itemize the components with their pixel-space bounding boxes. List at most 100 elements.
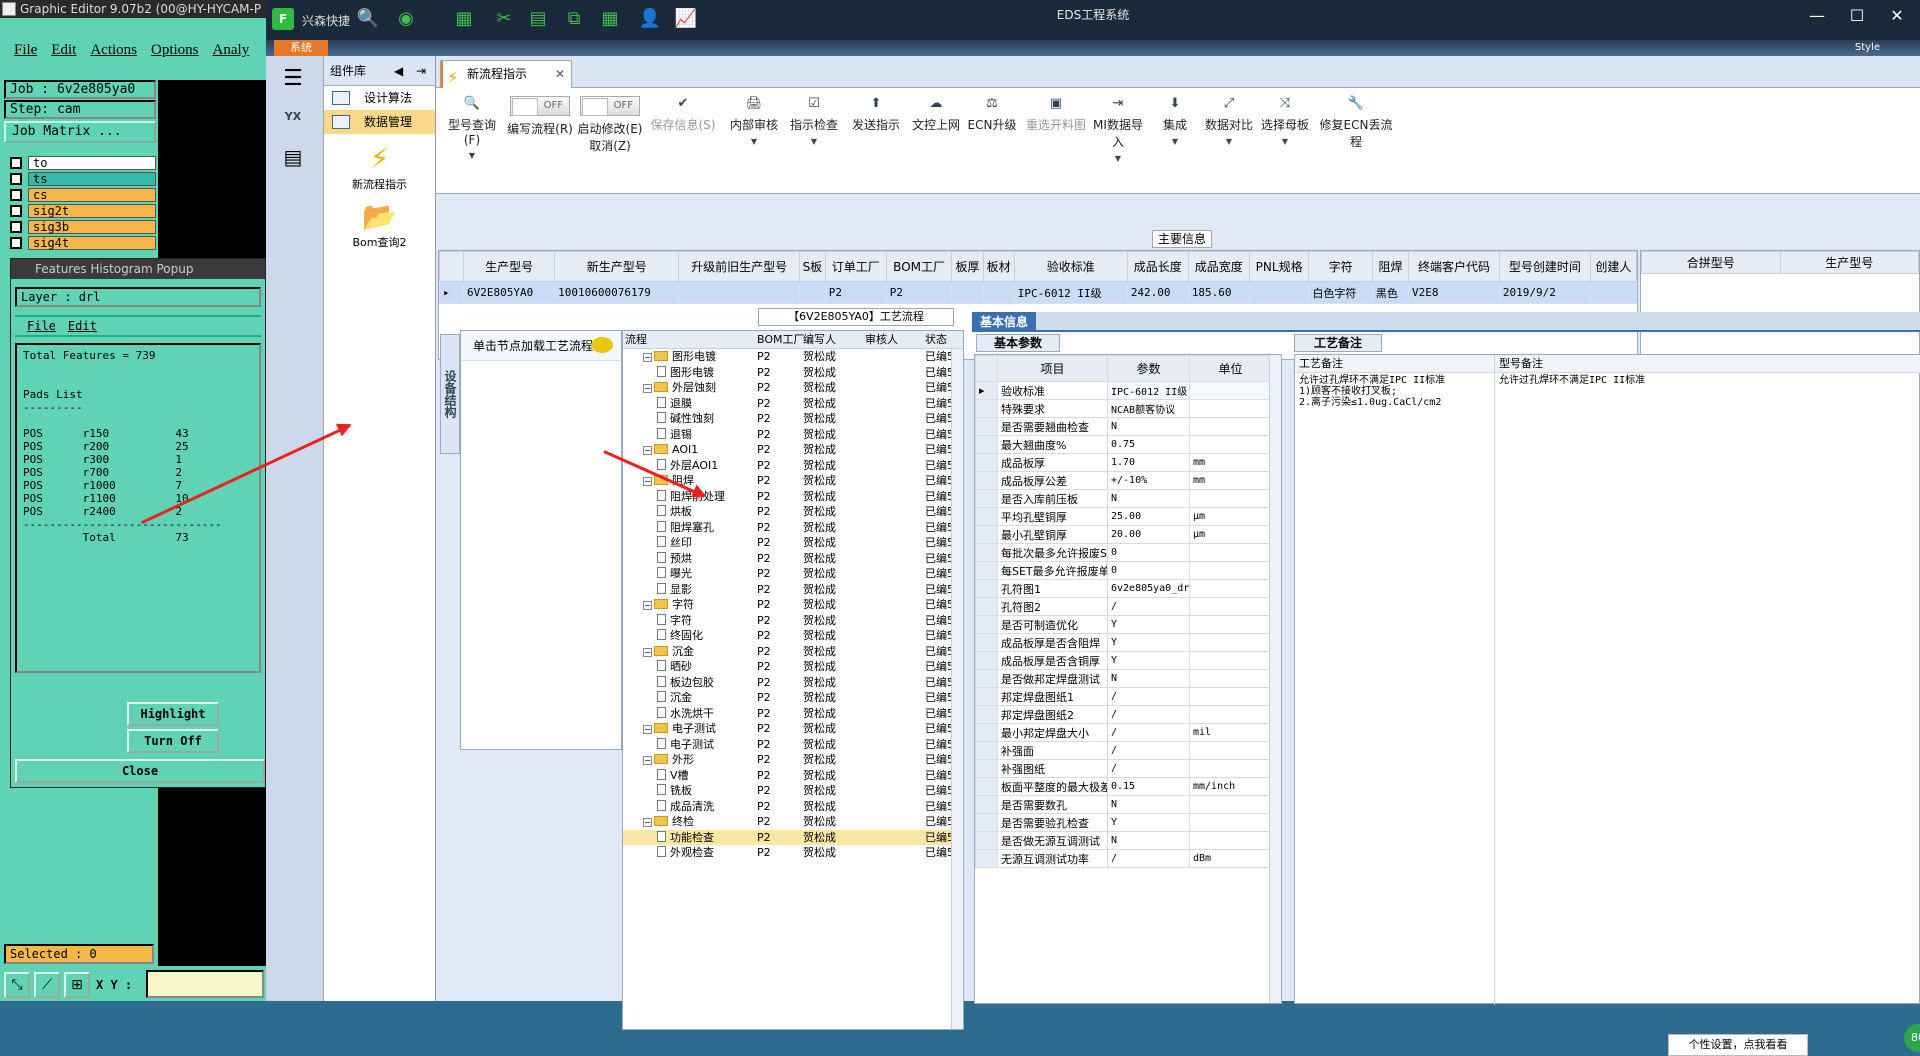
tree-row[interactable]: 外层AOI1 P2 贺松成 已编5 xyxy=(623,458,963,474)
params-value-cell[interactable]: +/-10% xyxy=(1107,471,1190,490)
toggle-switch[interactable]: OFF xyxy=(510,96,570,116)
table-row[interactable]: 是否做邦定焊盘测试 N xyxy=(975,669,1272,688)
personal-settings-button[interactable]: 个性设置，点我看看 xyxy=(1668,1034,1808,1056)
tree-row[interactable]: 碱性蚀刻 P2 贺松成 已编5 xyxy=(623,411,963,427)
dropdown-icon[interactable]: ▼ xyxy=(1202,137,1256,146)
table-row[interactable]: 是否可制造优化 Y xyxy=(975,615,1272,634)
tree-row[interactable]: − AOI1 P2 贺松成 已编5 xyxy=(623,442,963,458)
ribbon-button[interactable]: ▣ 重选开料图 xyxy=(1026,96,1086,133)
collapse-icon[interactable]: − xyxy=(643,647,652,657)
menu-file[interactable]: File xyxy=(14,34,37,66)
tree-row[interactable]: 板边包胶 P2 贺松成 已编5 xyxy=(623,675,963,691)
grid-header-cell[interactable]: S板 xyxy=(799,251,826,282)
ribbon-button[interactable]: ⇥ MI数据导入 ▼ xyxy=(1088,96,1148,163)
basic-info-tab[interactable]: 基本信息 xyxy=(972,312,1036,332)
film-icon[interactable]: ▤ xyxy=(526,8,550,30)
grid-header-cell[interactable]: 终端客户代码 xyxy=(1408,251,1500,282)
table-row[interactable]: ▸ 6V2E805YA0 10010600076179 P2 P2 IPC-6012 II… xyxy=(439,281,1638,304)
collapse-icon[interactable]: − xyxy=(643,756,652,765)
tree-row[interactable]: 退锡 P2 贺松成 已编5 xyxy=(623,427,963,443)
dropdown-icon[interactable]: ▼ xyxy=(1258,137,1312,146)
grid-header-cell[interactable]: 阻焊 xyxy=(1371,251,1410,282)
tree-row[interactable]: 沉金 P2 贺松成 已编5 xyxy=(623,690,963,706)
calculator-icon[interactable]: ▤ xyxy=(278,142,308,172)
user-icon[interactable]: 👤 xyxy=(638,8,662,30)
layer-row[interactable]: sig2t xyxy=(4,203,156,219)
status-circle-badge[interactable]: 80 xyxy=(1904,1024,1920,1052)
scissors-icon[interactable]: ✂ xyxy=(492,8,516,30)
grid-header-cell[interactable]: 生产型号 xyxy=(462,251,556,282)
ribbon-button[interactable]: ☑ 指示检查 ▼ xyxy=(786,96,842,146)
params-value-cell[interactable]: N xyxy=(1107,831,1190,850)
params-value-cell[interactable]: 1.70 xyxy=(1107,453,1190,472)
grid-cell[interactable] xyxy=(951,281,984,304)
col-flow[interactable]: 流程 xyxy=(625,331,647,349)
grid-cell[interactable]: 2019/9/2 xyxy=(1498,281,1591,304)
grid-header-cell[interactable]: 型号创建时间 xyxy=(1498,251,1591,282)
grid-icon[interactable]: ▦ xyxy=(598,8,622,30)
dropdown-icon[interactable]: ▼ xyxy=(786,137,842,146)
grid-cell[interactable]: 242.00 xyxy=(1126,281,1189,304)
params-value-cell[interactable]: / xyxy=(1107,705,1190,724)
table-row[interactable]: 是否入库前压板 N xyxy=(975,489,1272,508)
collapse-icon[interactable]: − xyxy=(643,353,652,362)
tree-row[interactable]: 退膜 P2 贺松成 已编5 xyxy=(623,396,963,412)
params-value-cell[interactable]: N xyxy=(1107,669,1190,688)
grid-icon[interactable]: ⊞ xyxy=(64,972,90,998)
table-row[interactable]: 成品板厚是否含阻焊 Y xyxy=(975,633,1272,652)
grid-header-cell[interactable]: 新生产型号 xyxy=(554,251,680,282)
params-value-cell[interactable]: / xyxy=(1107,723,1190,742)
comp-item-data[interactable]: 数据管理 xyxy=(324,110,435,134)
popup-menu-file[interactable]: File xyxy=(27,319,56,333)
merge-model-header[interactable]: 合拼型号 xyxy=(1641,251,1781,274)
table-row[interactable]: 是否需要翘曲检查 N xyxy=(975,417,1272,436)
ribbon-button[interactable]: 🔧 修复ECN丢流程 xyxy=(1314,96,1398,150)
params-value-cell[interactable]: / xyxy=(1107,849,1190,868)
collapse-icon[interactable]: − xyxy=(643,384,652,393)
ribbon-button[interactable]: 🖨 内部审核 ▼ xyxy=(726,96,782,146)
tree-row[interactable]: − 字符 P2 贺松成 已编5 xyxy=(623,597,963,613)
table-row[interactable]: 成品板厚 1.70 mm xyxy=(975,453,1272,472)
params-value-cell[interactable]: N xyxy=(1107,489,1190,508)
table-row[interactable]: 最大翘曲度% 0.75 xyxy=(975,435,1272,454)
ribbon-button[interactable]: OFF 编写流程(R) xyxy=(506,96,574,137)
params-col-item[interactable]: 项目 xyxy=(997,355,1108,382)
params-value-cell[interactable]: Y xyxy=(1107,633,1190,652)
grid-cell[interactable]: P2 xyxy=(885,281,953,304)
zoom-icon[interactable]: ⤡ xyxy=(4,972,30,998)
highlight-button[interactable]: Highlight xyxy=(127,702,219,726)
grid-header-cell[interactable]: 成品宽度 xyxy=(1187,251,1250,282)
job-matrix-button[interactable]: Job Matrix ... xyxy=(4,121,156,143)
grid-cell[interactable]: V2E8 xyxy=(1408,281,1500,304)
tree-row[interactable]: 外观检查 P2 贺松成 已编5 xyxy=(623,845,963,861)
table-row[interactable]: 最小邦定焊盘大小 / mil xyxy=(975,723,1272,742)
collapse-icon[interactable]: − xyxy=(643,818,652,827)
table-row[interactable]: 平均孔壁铜厚 25.00 μm xyxy=(975,507,1272,526)
layer-checkbox[interactable] xyxy=(10,189,22,201)
toggle-switch[interactable]: OFF xyxy=(580,96,640,116)
grid-header-cell[interactable]: 订单工厂 xyxy=(824,251,887,282)
tree-row[interactable]: 显影 P2 贺松成 已编5 xyxy=(623,582,963,598)
ribbon-button[interactable]: OFF 启动修改(E) 取消(Z) xyxy=(576,96,644,154)
layer-checkbox[interactable] xyxy=(10,237,22,249)
layer-checkbox[interactable] xyxy=(10,205,22,217)
tree-scrollbar[interactable] xyxy=(951,349,963,1029)
dropdown-icon[interactable]: ▼ xyxy=(1088,154,1148,163)
table-row[interactable]: 板面平整度的最大极差 0.15 mm/inch xyxy=(975,777,1272,796)
process-note-text[interactable]: 允许过孔焊环不满足IPC II标准 1)顾客不接收打叉板; 2.离子污染≤1.0… xyxy=(1295,373,1494,410)
comp-bom-query[interactable]: 📂 Bom查询2 xyxy=(324,200,435,250)
table-row[interactable]: 补强面 / xyxy=(975,741,1272,760)
layer-checkbox[interactable] xyxy=(10,173,22,185)
collapse-icon[interactable]: − xyxy=(643,446,652,455)
menu-analysis[interactable]: Analy xyxy=(213,34,250,66)
grid-header-cell[interactable]: 升级前旧生产型号 xyxy=(678,251,801,282)
params-value-cell[interactable]: N xyxy=(1107,795,1190,814)
params-value-cell[interactable]: / xyxy=(1107,687,1190,706)
turn-off-button[interactable]: Turn Off xyxy=(127,729,219,753)
tree-row[interactable]: 图形电镀 P2 贺松成 已编5 xyxy=(623,365,963,381)
tree-row[interactable]: − 外形 P2 贺松成 已编5 xyxy=(623,752,963,768)
yx-icon[interactable]: YX xyxy=(278,102,308,132)
params-value-cell[interactable]: 0 xyxy=(1107,561,1190,580)
tree-row[interactable]: 电子测试 P2 贺松成 已编5 xyxy=(623,737,963,753)
system-tab[interactable]: 系统 xyxy=(274,40,328,56)
